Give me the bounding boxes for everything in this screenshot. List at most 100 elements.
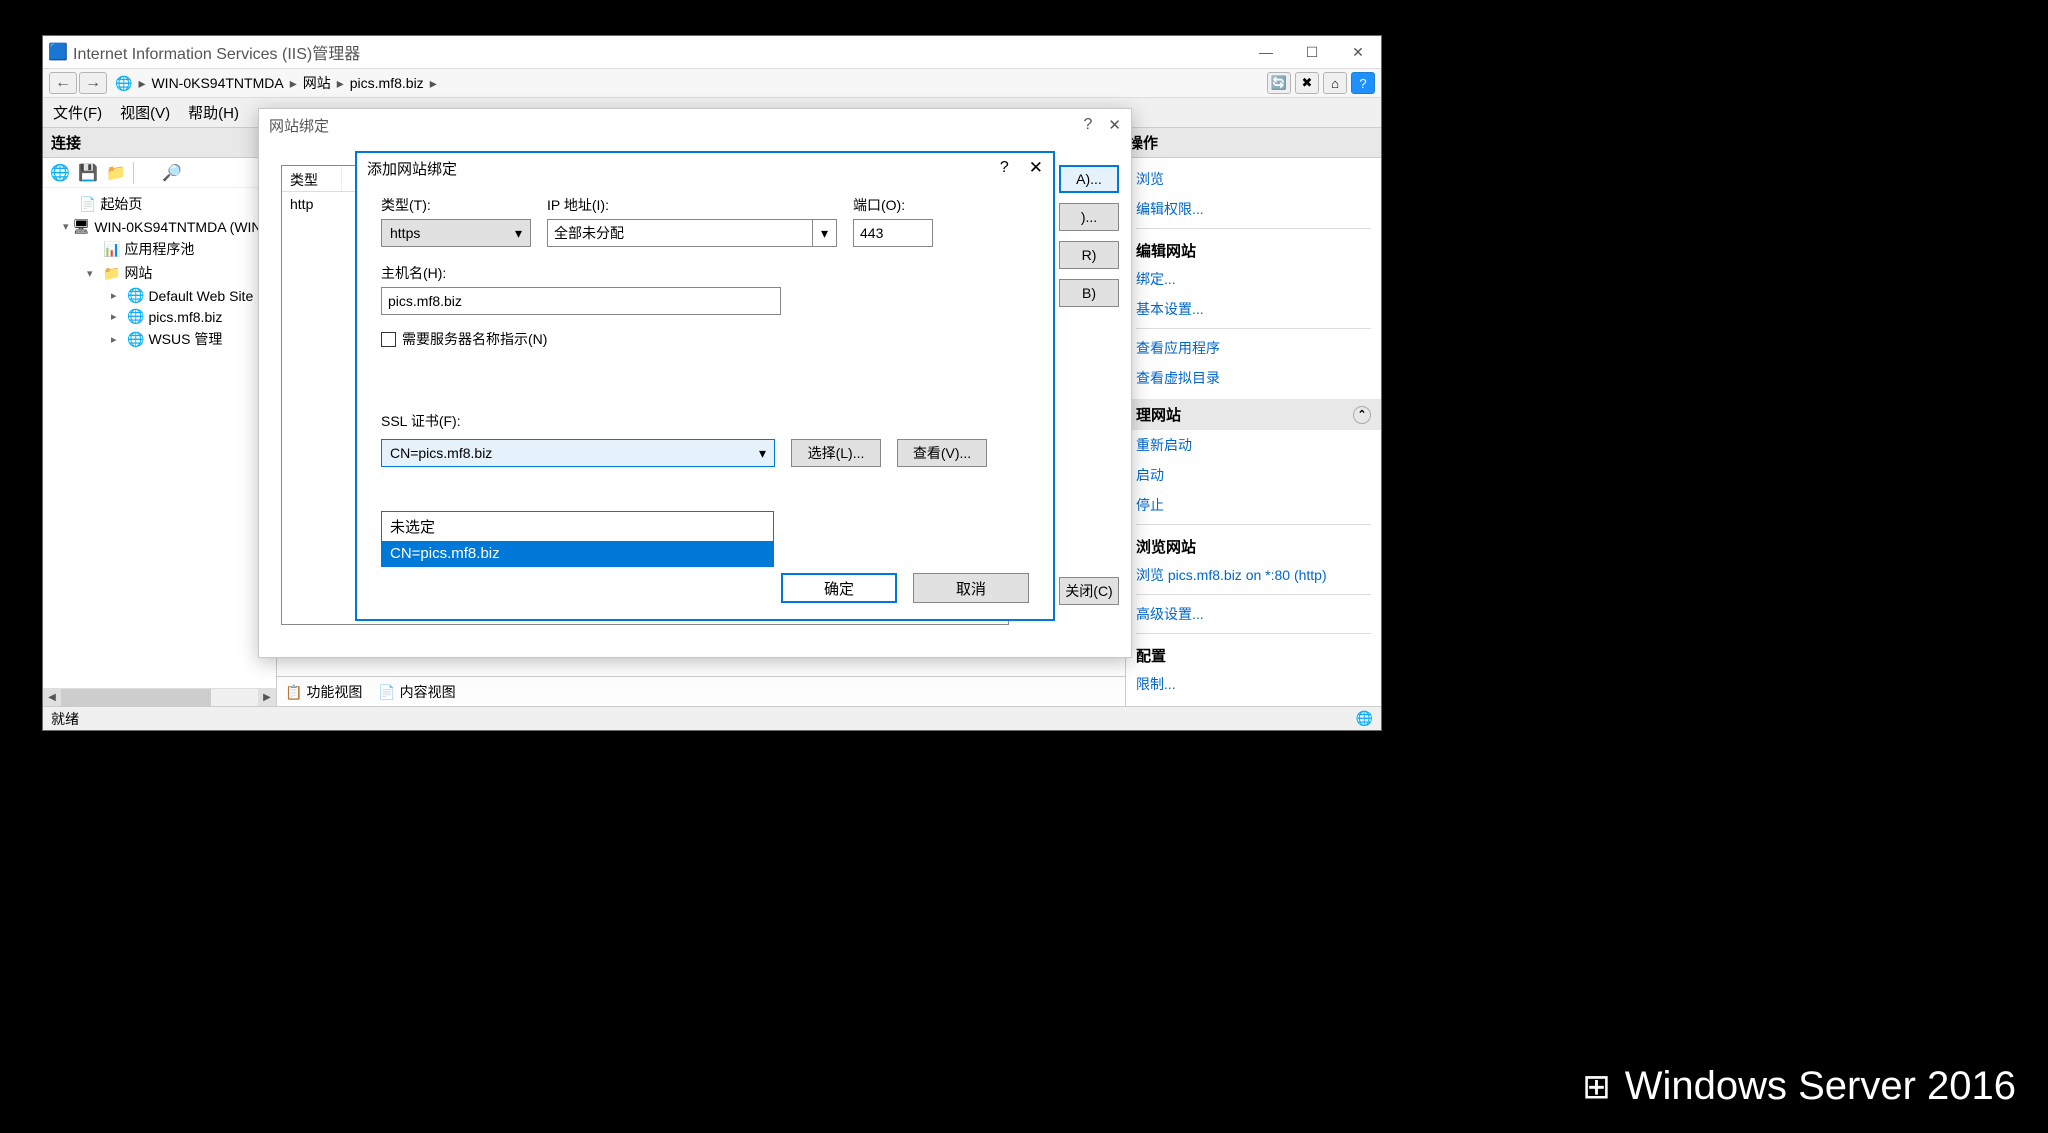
view-cert-button[interactable]: 查看(V)... — [897, 439, 987, 467]
select-cert-button[interactable]: 选择(L)... — [791, 439, 881, 467]
app-icon: 🟦 — [49, 42, 67, 62]
port-input[interactable] — [853, 219, 933, 247]
host-label: 主机名(H): — [381, 263, 1029, 283]
tree-default-site[interactable]: ▸🌐 Default Web Site — [47, 285, 272, 306]
close-button[interactable]: ✕ — [1335, 36, 1381, 68]
status-text: 就绪 — [51, 709, 79, 729]
tree-start-page[interactable]: 📄 起始页 — [47, 192, 272, 216]
action-view-apps[interactable]: 查看应用程序 — [1136, 333, 1371, 363]
stop-icon[interactable]: ✖ — [1295, 72, 1319, 94]
menu-help[interactable]: 帮助(H) — [188, 102, 239, 123]
add-site-binding-dialog: 添加网站绑定 ? ✕ 类型(T): https▾ IP 地址(I): ▾ 端口(… — [355, 151, 1055, 621]
action-stop[interactable]: 停止 — [1136, 490, 1371, 520]
ssl-option-none[interactable]: 未选定 — [382, 512, 773, 541]
action-limit[interactable]: 限制... — [1136, 669, 1371, 699]
nav-bar: ← → 🌐 ▸ WIN-0KS94TNTMDA ▸ 网站 ▸ pics.mf8.… — [43, 68, 1381, 98]
action-browse[interactable]: 浏览 — [1136, 164, 1371, 194]
action-edit-permissions[interactable]: 编辑权限... — [1136, 194, 1371, 224]
action-group-browse-site: 浏览网站 — [1136, 529, 1371, 560]
cancel-button[interactable]: 取消 — [913, 573, 1029, 603]
crumb-sites[interactable]: 网站 — [303, 73, 331, 93]
remove-button-partial[interactable]: R) — [1059, 241, 1119, 269]
bottom-tabs: 📋 功能视图 📄 内容视图 — [277, 676, 1125, 706]
actions-header: 操作 — [1126, 128, 1381, 158]
minimize-button[interactable]: — — [1243, 36, 1289, 68]
action-bindings[interactable]: 绑定... — [1136, 264, 1371, 294]
dialog2-help-button[interactable]: ? — [1000, 159, 1009, 177]
tree-sites[interactable]: ▾📁 网站 — [47, 261, 272, 285]
browse-button-partial[interactable]: B) — [1059, 279, 1119, 307]
maximize-button[interactable]: ☐ — [1289, 36, 1335, 68]
tree-wsus-site[interactable]: ▸🌐 WSUS 管理 — [47, 327, 272, 351]
menu-view[interactable]: 视图(V) — [120, 102, 170, 123]
watermark: ⊞ Windows Server 2016 — [1582, 1064, 2016, 1109]
up-icon[interactable]: 🔎 — [161, 162, 183, 184]
status-bar: 就绪 🌐 — [43, 706, 1381, 730]
save-icon[interactable]: 💾 — [77, 162, 99, 184]
ssl-option-cn[interactable]: CN=pics.mf8.biz — [382, 541, 773, 566]
status-globe-icon: 🌐 — [1356, 710, 1373, 727]
tree-pics-site[interactable]: ▸🌐 pics.mf8.biz — [47, 306, 272, 327]
actions-pane: 操作 浏览 编辑权限... 编辑网站 绑定... 基本设置... 查看应用程序 … — [1125, 128, 1381, 706]
action-restart[interactable]: 重新启动 — [1136, 430, 1371, 460]
connect-icon[interactable]: 🌐 — [49, 162, 71, 184]
collapse-icon[interactable]: ⌃ — [1353, 406, 1371, 424]
chevron-down-icon[interactable]: ▾ — [813, 219, 837, 247]
feature-view-tab[interactable]: 📋 功能视图 — [285, 682, 362, 702]
connections-header: 连接 — [43, 128, 276, 158]
breadcrumb[interactable]: 🌐 ▸ WIN-0KS94TNTMDA ▸ 网站 ▸ pics.mf8.biz … — [115, 73, 437, 93]
content-view-tab[interactable]: 📄 内容视图 — [378, 682, 455, 702]
type-select[interactable]: https▾ — [381, 219, 531, 247]
dialog2-title: 添加网站绑定 — [367, 158, 457, 179]
action-basic-settings[interactable]: 基本设置... — [1136, 294, 1371, 324]
ip-label: IP 地址(I): — [547, 195, 837, 215]
back-button[interactable]: ← — [49, 72, 77, 94]
tree-server[interactable]: ▾🖥 WIN-0KS94TNTMDA (WIN-0KS94TNTMDA\Admi… — [47, 216, 272, 237]
action-view-vdirs[interactable]: 查看虚拟目录 — [1136, 363, 1371, 393]
action-group-config: 配置 — [1136, 638, 1371, 669]
action-browse-link[interactable]: 浏览 pics.mf8.biz on *:80 (http) — [1136, 560, 1371, 590]
ssl-cert-dropdown: 未选定 CN=pics.mf8.biz — [381, 511, 774, 567]
chevron-down-icon: ▾ — [759, 445, 766, 462]
dialog2-close-button[interactable]: ✕ — [1029, 158, 1043, 178]
home-icon[interactable]: ⌂ — [1323, 72, 1347, 94]
host-input[interactable] — [381, 287, 781, 315]
action-group-edit-site: 编辑网站 — [1136, 233, 1371, 264]
tree-view: 📄 起始页 ▾🖥 WIN-0KS94TNTMDA (WIN-0KS94TNTMD… — [43, 188, 276, 688]
action-group-manage-site: 理网站⌃ — [1126, 399, 1381, 430]
type-label: 类型(T): — [381, 195, 531, 215]
sidebar-toolbar: 🌐 💾 📁 🔎 — [43, 158, 276, 188]
help-icon[interactable]: ? — [1351, 72, 1375, 94]
close-dialog-button[interactable]: 关闭(C) — [1059, 577, 1119, 605]
sidebar-hscroll[interactable]: ◀▶ — [43, 688, 276, 706]
sni-checkbox[interactable] — [381, 332, 396, 347]
ssl-label: SSL 证书(F): — [381, 411, 1029, 431]
port-label: 端口(O): — [853, 195, 933, 215]
ip-select[interactable] — [547, 219, 813, 247]
separator — [133, 162, 155, 184]
edit-button-partial[interactable]: )... — [1059, 203, 1119, 231]
ok-button[interactable]: 确定 — [781, 573, 897, 603]
windows-logo-icon: ⊞ — [1582, 1067, 1611, 1107]
action-advanced[interactable]: 高级设置... — [1136, 599, 1371, 629]
action-start[interactable]: 启动 — [1136, 460, 1371, 490]
globe-icon: 🌐 — [115, 75, 132, 92]
titlebar: 🟦 Internet Information Services (IIS)管理器… — [43, 36, 1381, 68]
chevron-down-icon: ▾ — [515, 225, 522, 242]
ssl-cert-select[interactable]: CN=pics.mf8.biz▾ — [381, 439, 775, 467]
dialog-title: 网站绑定 — [269, 115, 329, 136]
add-button-partial[interactable]: A)... — [1059, 165, 1119, 193]
folder-icon[interactable]: 📁 — [105, 162, 127, 184]
sni-label: 需要服务器名称指示(N) — [402, 329, 547, 349]
forward-button[interactable]: → — [79, 72, 107, 94]
dialog-help-button[interactable]: ? — [1084, 116, 1093, 134]
crumb-site[interactable]: pics.mf8.biz — [350, 75, 424, 91]
col-type[interactable]: 类型 — [282, 166, 342, 191]
refresh-icon[interactable]: 🔄 — [1267, 72, 1291, 94]
watermark-text: Windows Server 2016 — [1625, 1064, 2016, 1109]
crumb-server[interactable]: WIN-0KS94TNTMDA — [151, 75, 283, 91]
tree-app-pools[interactable]: 📊 应用程序池 — [47, 237, 272, 261]
connections-pane: 连接 🌐 💾 📁 🔎 📄 起始页 ▾🖥 WIN-0KS94TNTMDA (WIN… — [43, 128, 277, 706]
dialog-close-button[interactable]: ✕ — [1108, 116, 1121, 134]
menu-file[interactable]: 文件(F) — [53, 102, 102, 123]
